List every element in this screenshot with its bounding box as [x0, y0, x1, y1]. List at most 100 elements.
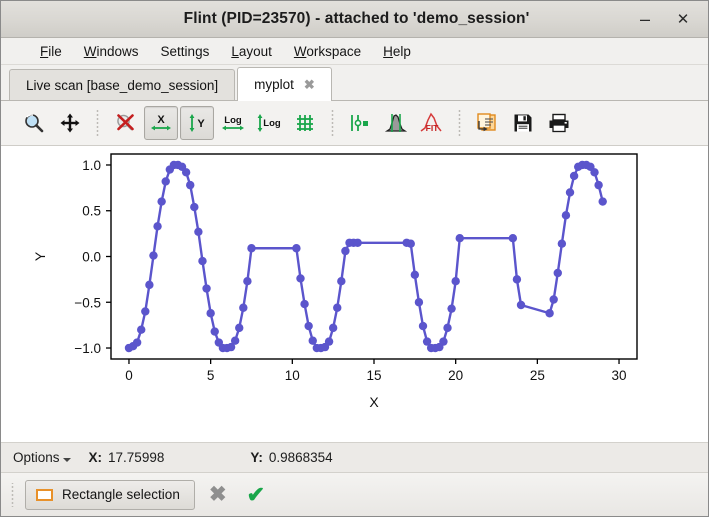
data-point: [157, 197, 166, 206]
autoscale-x-icon[interactable]: X: [144, 106, 178, 140]
cursor-x-label: X:: [88, 450, 103, 465]
data-point: [190, 202, 199, 212]
tab-live-scan[interactable]: Live scan [base_demo_session]: [9, 69, 236, 100]
coordinates-status-bar: Options X: 17.75998 Y: 0.9868354: [1, 442, 708, 472]
tab-label: myplot: [254, 77, 294, 92]
data-point: [161, 177, 170, 186]
data-point: [455, 234, 464, 243]
window-title: Flint (PID=23570) - attached to 'demo_se…: [183, 10, 530, 27]
cross-icon: ✖: [209, 483, 227, 506]
data-point: [186, 180, 195, 190]
toolbar-grip-handle[interactable]: [9, 482, 15, 507]
data-point: [553, 268, 562, 278]
cancel-selection-icon[interactable]: ✖: [203, 480, 233, 510]
svg-text:FIT: FIT: [426, 123, 440, 133]
autoscale-y-icon[interactable]: Y: [180, 106, 214, 140]
x-tick-label: 30: [612, 368, 627, 383]
print-icon[interactable]: [542, 106, 576, 140]
check-icon: ✔: [246, 481, 266, 507]
toolbar-separator: [94, 110, 101, 136]
data-point: [300, 299, 309, 309]
rectangle-icon: [36, 488, 53, 501]
x-tick-label: 25: [530, 368, 545, 383]
x-tick-label: 10: [285, 368, 300, 383]
data-point: [137, 325, 146, 334]
log-y-icon[interactable]: Log: [252, 106, 286, 140]
data-point: [324, 337, 334, 346]
data-point: [414, 298, 424, 307]
data-point: [590, 168, 599, 177]
curve-fit-icon[interactable]: FIT: [415, 106, 449, 140]
log-x-icon[interactable]: Log: [216, 106, 250, 140]
data-point: [443, 323, 452, 333]
cursor-x-value: 17.75998: [108, 450, 165, 465]
x-axis-label: X: [369, 394, 379, 410]
y-tick-label: 0.5: [82, 204, 101, 219]
minimize-icon[interactable]: –: [632, 7, 658, 31]
data-point: [149, 251, 158, 260]
data-point: [304, 321, 313, 331]
y-axis-label: Y: [32, 251, 48, 261]
statistics-icon[interactable]: [379, 106, 413, 140]
pan-icon[interactable]: [53, 106, 87, 140]
toolbar-separator: [456, 110, 463, 136]
data-point: [230, 336, 240, 345]
data-point: [545, 309, 554, 318]
menu-item-file[interactable]: File: [29, 41, 73, 62]
x-tick-label: 5: [207, 368, 215, 383]
svg-text:Y: Y: [197, 118, 205, 130]
data-point: [194, 227, 203, 236]
title-bar: Flint (PID=23570) - attached to 'demo_se…: [1, 1, 708, 38]
data-point: [145, 280, 154, 290]
data-point: [243, 277, 252, 286]
data-point: [569, 171, 579, 181]
plot-toolbar: X Y Log Log FIT: [1, 101, 708, 146]
data-point: [153, 222, 162, 231]
data-point: [247, 244, 256, 253]
reset-zoom-icon[interactable]: [108, 106, 142, 140]
rectangle-selection-button[interactable]: Rectangle selection: [25, 479, 195, 510]
data-point: [557, 239, 567, 248]
close-icon[interactable]: ✕: [670, 7, 696, 31]
cursor-y-readout: Y: 0.9868354: [250, 450, 332, 465]
data-point: [508, 234, 518, 243]
confirm-selection-icon[interactable]: ✔: [241, 480, 271, 510]
save-icon[interactable]: [506, 106, 540, 140]
menu-item-layout[interactable]: Layout: [220, 41, 283, 62]
window-controls: – ✕: [632, 7, 708, 31]
data-point: [341, 246, 350, 256]
tab-myplot[interactable]: myplot ✖: [237, 67, 332, 101]
menu-item-windows[interactable]: Windows: [73, 41, 150, 62]
menu-item-settings[interactable]: Settings: [150, 41, 221, 62]
grid-icon[interactable]: [288, 106, 322, 140]
data-point: [598, 197, 607, 206]
svg-text:Log: Log: [263, 118, 281, 129]
options-button[interactable]: Options: [11, 448, 73, 467]
data-point: [337, 277, 346, 286]
menu-item-help[interactable]: Help: [372, 41, 422, 62]
x-tick-label: 15: [366, 368, 381, 383]
cursor-y-label: Y:: [250, 450, 263, 465]
data-point: [333, 303, 342, 312]
data-point: [594, 180, 603, 190]
plot-figure[interactable]: 0 5 10 15 20 25 30 −1.0 −0.5 0.0 0.5 1.0 X Y: [1, 146, 708, 418]
data-point: [447, 304, 456, 313]
data-point: [210, 327, 219, 336]
menu-item-workspace[interactable]: Workspace: [283, 41, 372, 62]
data-point: [308, 336, 317, 345]
plot-canvas[interactable]: 0 5 10 15 20 25 30 −1.0 −0.5 0.0 0.5 1.0 X Y: [1, 146, 708, 442]
data-point: [451, 277, 460, 286]
selection-action-bar: Rectangle selection ✖ ✔: [1, 472, 708, 516]
data-point: [516, 300, 526, 310]
copy-icon[interactable]: [470, 106, 504, 140]
markers-icon[interactable]: [343, 106, 377, 140]
menu-bar: File Windows Settings Layout Workspace H…: [1, 38, 708, 65]
chevron-down-icon: [62, 458, 71, 462]
zoom-icon[interactable]: [17, 106, 51, 140]
svg-text:Log: Log: [224, 115, 242, 126]
tab-close-icon[interactable]: ✖: [304, 78, 315, 91]
data-point: [132, 338, 142, 347]
data-point: [439, 337, 448, 346]
options-label: Options: [13, 450, 60, 465]
rectangle-selection-label: Rectangle selection: [62, 487, 180, 502]
